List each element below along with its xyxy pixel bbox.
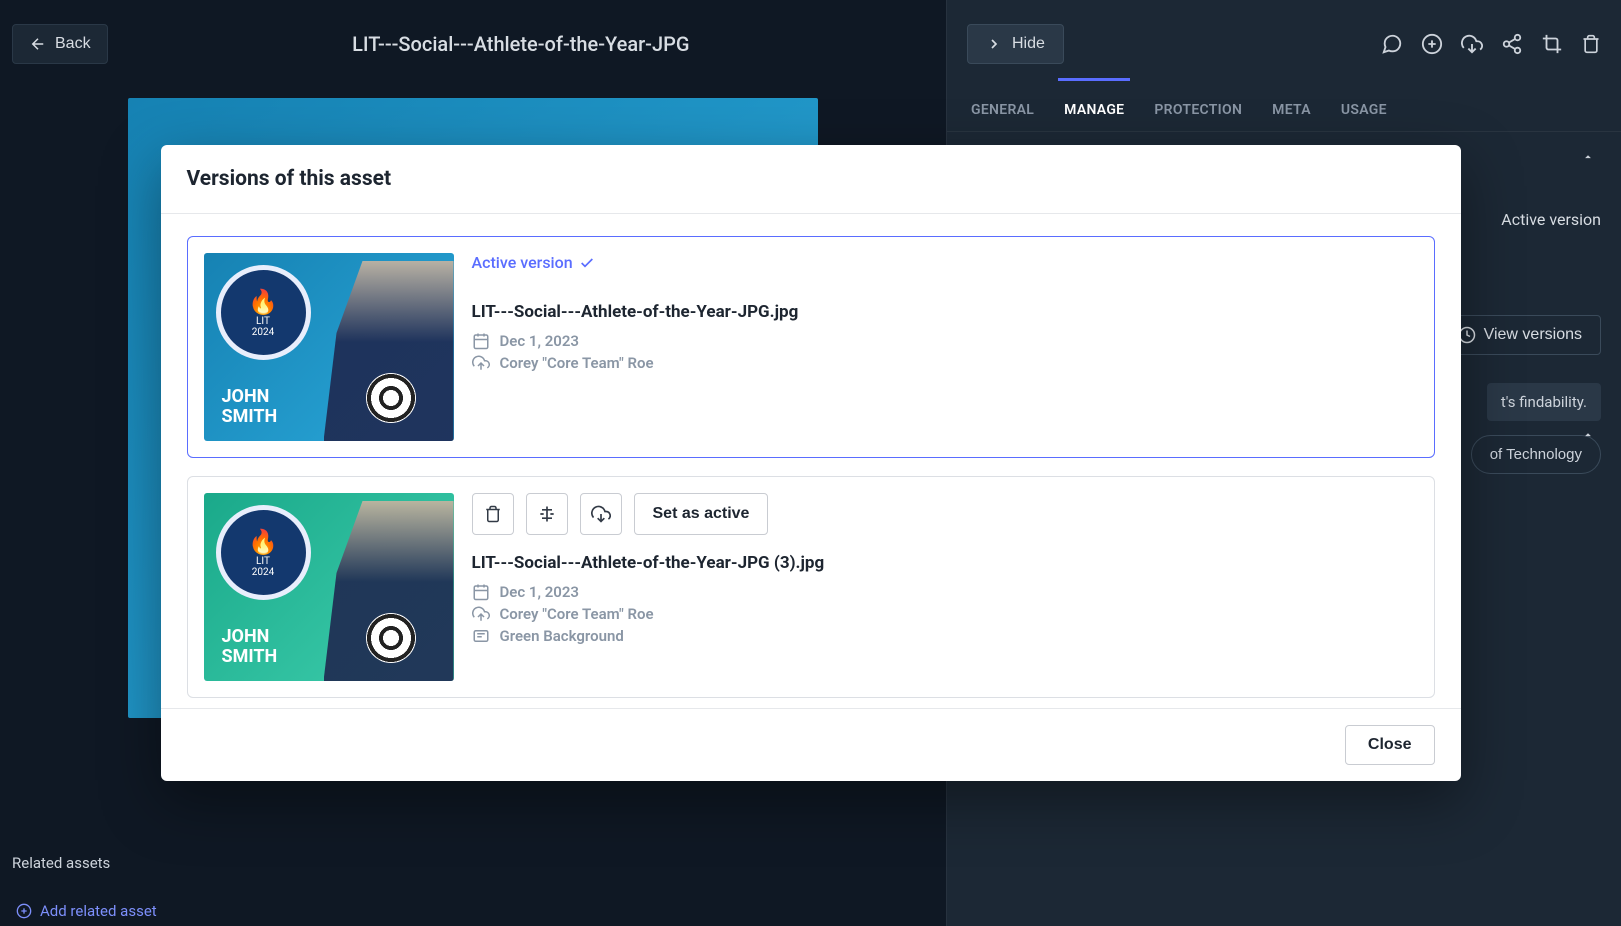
check-icon: [579, 255, 595, 271]
badge-acronym: LIT: [256, 316, 270, 327]
download-version-button[interactable]: [580, 493, 622, 535]
version-uploader: Corey "Core Team" Roe: [472, 354, 1418, 372]
soccer-ball-icon: [366, 373, 416, 423]
player-name: JOHN SMITH: [222, 627, 278, 667]
soccer-ball-icon: [366, 613, 416, 663]
badge-acronym: LIT: [256, 556, 270, 567]
badge-year: 2024: [252, 567, 274, 578]
set-as-active-button[interactable]: Set as active: [634, 493, 769, 535]
badge-emblem: 🔥 LIT 2024: [216, 505, 311, 600]
version-thumbnail: 🔥 LIT 2024 JOHN SMITH: [204, 493, 454, 681]
version-card-active[interactable]: 🔥 LIT 2024 JOHN SMITH Active version: [187, 236, 1435, 458]
badge-emblem: 🔥 LIT 2024: [216, 265, 311, 360]
close-modal-button[interactable]: Close: [1345, 725, 1435, 765]
versions-modal-backdrop: Versions of this asset 🔥 LIT 2024 JOHN S…: [0, 0, 1621, 926]
version-filename: LIT---Social---Athlete-of-the-Year-JPG.j…: [472, 302, 1418, 322]
badge-year: 2024: [252, 327, 274, 338]
version-card[interactable]: 🔥 LIT 2024 JOHN SMITH: [187, 476, 1435, 698]
flame-icon: 🔥: [248, 528, 278, 556]
player-name: JOHN SMITH: [222, 387, 278, 427]
version-date: Dec 1, 2023: [472, 583, 1418, 601]
flame-icon: 🔥: [248, 288, 278, 316]
active-version-badge: Active version: [472, 253, 1418, 272]
version-filename: LIT---Social---Athlete-of-the-Year-JPG (…: [472, 553, 1418, 573]
modal-title: Versions of this asset: [161, 145, 1461, 214]
versions-modal: Versions of this asset 🔥 LIT 2024 JOHN S…: [161, 145, 1461, 781]
delete-version-button[interactable]: [472, 493, 514, 535]
version-date: Dec 1, 2023: [472, 332, 1418, 350]
version-note: Green Background: [472, 627, 1418, 645]
compare-version-button[interactable]: [526, 493, 568, 535]
version-uploader: Corey "Core Team" Roe: [472, 605, 1418, 623]
version-thumbnail: 🔥 LIT 2024 JOHN SMITH: [204, 253, 454, 441]
